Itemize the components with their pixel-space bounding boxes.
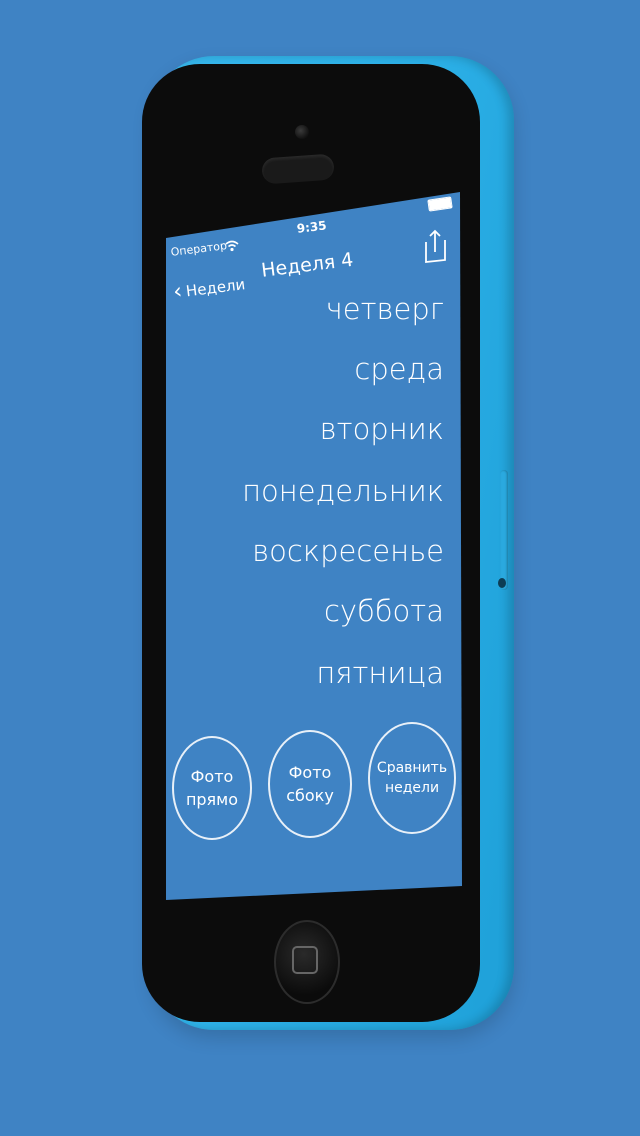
day-item-sunday[interactable]: воскресенье	[252, 534, 444, 568]
photo-front-label-line2: прямо	[185, 790, 239, 809]
day-item-wednesday[interactable]: среда	[354, 352, 444, 386]
phone-side-button	[500, 470, 508, 590]
compare-weeks-button[interactable]: Сравнить недели	[368, 722, 456, 834]
photo-side-label-line1: Фото	[288, 762, 332, 782]
home-button-square-icon	[292, 946, 318, 974]
phone-side-hole	[498, 578, 506, 588]
back-button-label: Недели	[184, 275, 247, 301]
share-icon[interactable]	[422, 228, 448, 264]
photo-side-button[interactable]: Фото сбоку	[268, 730, 352, 838]
earpiece-speaker	[261, 153, 335, 185]
page-title: Неделя 4	[260, 248, 355, 282]
battery-icon	[427, 196, 453, 212]
day-item-thursday[interactable]: четверг	[326, 292, 444, 326]
status-time: 9:35	[296, 218, 328, 236]
day-item-saturday[interactable]: суббота	[324, 594, 444, 628]
compare-weeks-label-line1: Сравнить	[376, 759, 448, 776]
photo-front-button[interactable]: Фото прямо	[172, 736, 252, 840]
day-item-tuesday[interactable]: вторник	[320, 412, 444, 446]
front-camera	[295, 125, 309, 139]
status-carrier: Оператор	[170, 239, 228, 259]
compare-weeks-label-line2: недели	[384, 780, 440, 796]
photo-front-label-line1: Фото	[190, 766, 234, 786]
photo-side-label-line2: сбоку	[286, 786, 334, 805]
chevron-left-icon: ‹	[171, 278, 184, 305]
wifi-icon	[225, 240, 239, 252]
back-button[interactable]: ‹ Недели	[171, 273, 247, 305]
marketing-canvas: Оператор 9:35 ‹ Недели Неделя 4 четверг …	[0, 0, 640, 1136]
day-item-monday[interactable]: понедельник	[242, 474, 444, 508]
day-item-friday[interactable]: пятница	[316, 656, 444, 690]
